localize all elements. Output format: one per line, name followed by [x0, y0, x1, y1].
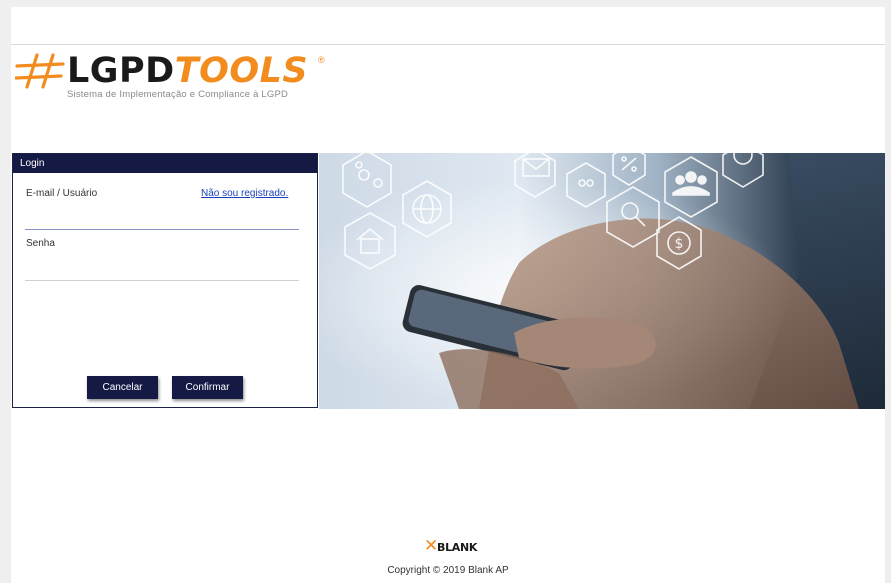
blank-logo: ✕ BLANK [424, 536, 494, 556]
lgpdtools-logo: LGPDTOOLS ® Sistema de Implementação e C… [15, 51, 345, 107]
hash-icon [15, 53, 65, 89]
percent-icon [612, 153, 646, 186]
svg-text:$: $ [675, 236, 684, 252]
password-label: Senha [26, 238, 55, 249]
gears-icon [342, 153, 392, 208]
home-icon [344, 212, 396, 270]
register-link[interactable]: Não sou registrado. [201, 188, 288, 199]
login-header: Login [13, 154, 317, 173]
dollar-icon: $ [656, 216, 702, 270]
page: LGPDTOOLS ® Sistema de Implementação e C… [11, 7, 885, 583]
email-label: E-mail / Usuário [26, 188, 98, 199]
top-bar [11, 7, 885, 45]
group-icon [566, 162, 606, 208]
hero-image: $ [319, 153, 885, 409]
cancel-button[interactable]: Cancelar [87, 376, 158, 399]
search-icon [606, 186, 660, 248]
copyright-text: Copyright © 2019 Blank AP [387, 565, 509, 576]
email-input[interactable] [25, 206, 299, 230]
login-panel: Login E-mail / Usuário Não sou registrad… [12, 153, 318, 408]
globe-icon [402, 180, 452, 238]
logo-wordmark: LGPDTOOLS [67, 51, 308, 91]
logo-tagline: Sistema de Implementação e Compliance à … [67, 89, 289, 100]
registered-mark: ® [318, 55, 325, 65]
blank-logo-text: BLANK [437, 541, 478, 554]
people-icon [664, 156, 718, 218]
circle-icon [722, 153, 764, 188]
logo-tools: TOOLS [174, 51, 309, 91]
logo-lgpd: LGPD [67, 51, 175, 91]
mail-icon [514, 153, 556, 198]
confirm-button[interactable]: Confirmar [172, 376, 243, 399]
password-input[interactable] [25, 257, 299, 281]
